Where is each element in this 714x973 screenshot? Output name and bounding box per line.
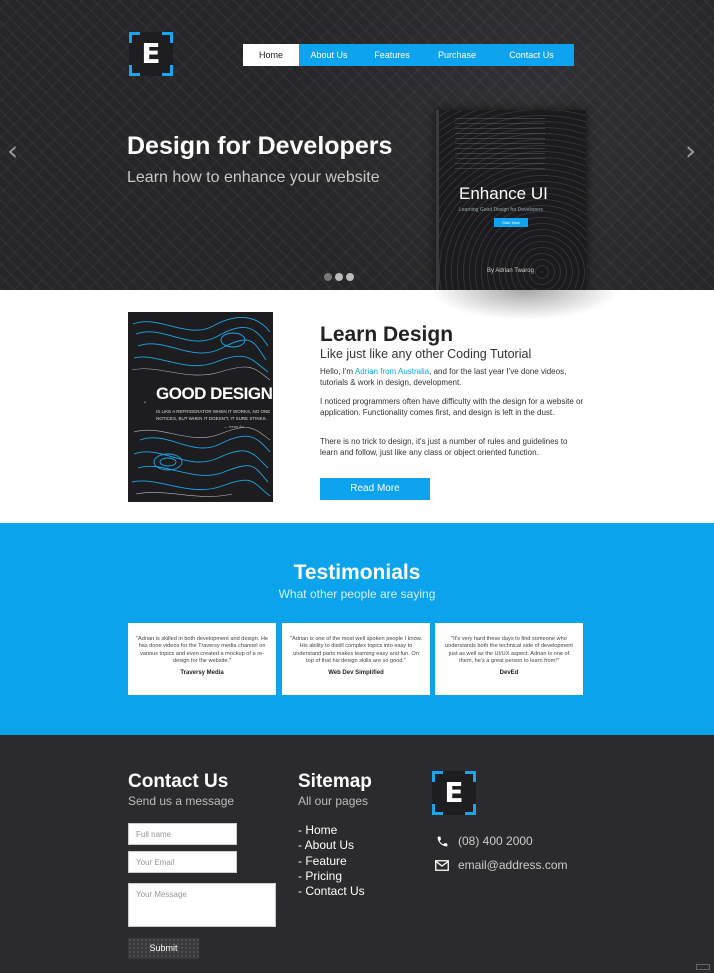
scroll-corner — [696, 964, 710, 970]
testimonial-card: "It's very hard these days to find someo… — [435, 623, 583, 695]
good-design-poster: “ GOOD DESIGN IS LIKE A REFRIGERATOR WHE… — [128, 312, 273, 502]
carousel-dot[interactable] — [324, 273, 332, 281]
topographic-lines-graphic — [131, 317, 271, 497]
book-author: By Adrian Twarog — [487, 268, 534, 274]
solution-paragraph: There is no trick to design, it's just a… — [320, 437, 568, 457]
contact-title: Contact Us — [128, 771, 229, 792]
logo-letter: E — [444, 776, 464, 809]
footer-logo[interactable]: E — [432, 771, 476, 815]
hero-title: Design for Developers — [127, 132, 393, 160]
phone-number: (08) 400 2000 — [458, 834, 533, 848]
section-title: Learn Design — [320, 323, 454, 346]
read-more-button[interactable]: Read More — [320, 478, 430, 500]
nav-item-home[interactable]: Home — [243, 44, 299, 66]
footer: Contact Us Send us a message Submit Site… — [0, 735, 714, 973]
sitemap-subtitle: All our pages — [298, 794, 369, 808]
testimonial-quote: "It's very hard these days to find someo… — [445, 636, 573, 665]
email-address[interactable]: email@address.com — [458, 858, 568, 872]
carousel-dot[interactable] — [346, 273, 354, 281]
testimonial-quote: "Adrian is one of the most well spoken p… — [290, 636, 422, 665]
sitemap-link-contact-us[interactable]: - Contact Us — [298, 884, 365, 899]
book-subtitle: Learning Good Design for Developers — [459, 207, 543, 213]
logo-letter: E — [141, 37, 161, 70]
hero-slider: E Home About Us Features Purchase Contac… — [0, 0, 714, 290]
nav-item-purchase[interactable]: Purchase — [425, 44, 489, 66]
testimonial-card: "Adrian is one of the most well spoken p… — [282, 623, 430, 695]
testimonials-section: Testimonials What other people are sayin… — [0, 523, 714, 735]
nav-item-contact-us[interactable]: Contact Us — [489, 44, 574, 66]
chevron-left-icon[interactable]: ‹ — [7, 137, 27, 165]
carousel-dot[interactable] — [335, 273, 343, 281]
intro-paragraph: Hello, I'm Adrian from Australia, and fo… — [320, 367, 567, 387]
poster-attribution: — Irene Au — [224, 424, 245, 429]
problem-paragraph: I noticed programmers often have difficu… — [320, 397, 584, 417]
testimonial-author: Traversy Media — [180, 669, 224, 676]
submit-button[interactable]: Submit — [128, 938, 199, 959]
learn-design-section: “ GOOD DESIGN IS LIKE A REFRIGERATOR WHE… — [0, 290, 714, 523]
poster-title: GOOD DESIGN — [156, 384, 273, 403]
chevron-right-icon[interactable]: › — [685, 137, 705, 165]
book-start-button: Start Now — [494, 218, 528, 227]
contact-subtitle: Send us a message — [128, 794, 235, 808]
email-row: email@address.com — [434, 858, 568, 872]
testimonial-quote: "Adrian is skilled in both development a… — [136, 636, 268, 665]
author-link[interactable]: Adrian from Australia — [355, 367, 429, 376]
site-logo[interactable]: E — [129, 32, 173, 76]
nav-item-about-us[interactable]: About Us — [299, 44, 359, 66]
quote-mark: “ — [144, 402, 146, 408]
phone-icon — [434, 834, 450, 848]
sitemap-link-feature[interactable]: - Feature — [298, 854, 365, 869]
sitemap-title: Sitemap — [298, 771, 372, 792]
code-lines-graphic — [455, 118, 545, 173]
book-title: Enhance UI — [459, 184, 548, 203]
testimonials-subtitle: What other people are saying — [278, 587, 436, 601]
sitemap-link-home[interactable]: - Home — [298, 823, 365, 838]
sitemap-list: - Home - About Us - Feature - Pricing - … — [298, 823, 365, 899]
poster-quote: IS LIKE A REFRIGERATOR WHEN IT WORKS, NO… — [156, 409, 271, 421]
main-nav: Home About Us Features Purchase Contact … — [243, 44, 574, 66]
full-name-input[interactable] — [128, 823, 237, 845]
hero-subtitle: Learn how to enhance your website — [127, 169, 380, 186]
sitemap-link-pricing[interactable]: - Pricing — [298, 869, 365, 884]
email-input[interactable] — [128, 851, 237, 873]
book-cover-image: Enhance UI Learning Good Design for Deve… — [436, 110, 586, 290]
sitemap-link-about-us[interactable]: - About Us — [298, 838, 365, 853]
testimonial-card: "Adrian is skilled in both development a… — [128, 623, 276, 695]
carousel-dots — [324, 273, 354, 281]
envelope-icon — [434, 858, 450, 872]
section-subtitle: Like just like any other Coding Tutorial — [320, 347, 532, 361]
message-textarea[interactable] — [128, 883, 276, 927]
testimonial-author: DevEd — [499, 669, 519, 676]
testimonials-title: Testimonials — [293, 561, 421, 584]
nav-item-features[interactable]: Features — [359, 44, 425, 66]
phone-row: (08) 400 2000 — [434, 834, 533, 848]
testimonial-author: Web Dev Simplified — [328, 669, 384, 676]
